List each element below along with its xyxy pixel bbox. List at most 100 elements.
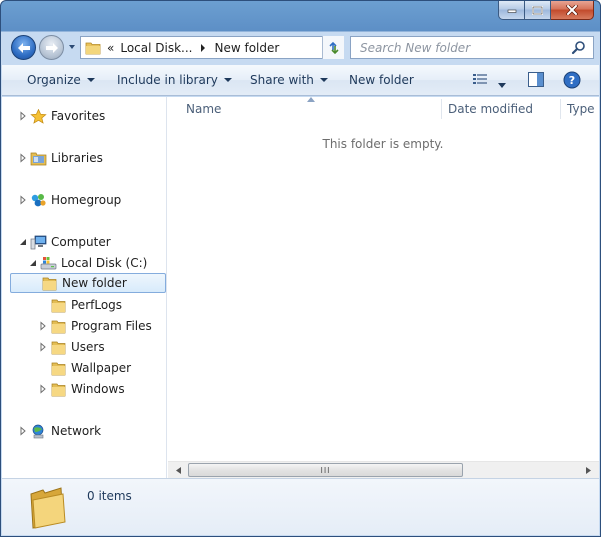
preview-pane-icon: [528, 72, 544, 87]
tree-label-windows: Windows: [71, 382, 125, 396]
folder-icon: [51, 383, 66, 396]
view-options-dropdown[interactable]: [498, 77, 506, 91]
share-with-label: Share with: [250, 73, 314, 87]
chevron-down-icon: [319, 78, 328, 82]
details-pane: 0 items: [2, 478, 599, 535]
tree-item-local-disk[interactable]: Local Disk (C:): [28, 253, 147, 273]
scroll-left-button[interactable]: [170, 462, 187, 479]
collapse-arrow-icon[interactable]: [18, 237, 28, 247]
scrollbar-grip: III: [320, 465, 331, 475]
back-arrow-icon: [17, 42, 30, 53]
tree-item-windows[interactable]: Windows: [38, 379, 125, 399]
share-with-menu[interactable]: Share with: [250, 73, 328, 87]
search-box[interactable]: Search New folder: [350, 36, 594, 59]
address-overflow-chevron[interactable]: «: [107, 41, 114, 55]
address-bar[interactable]: « Local Disk... New folder: [80, 36, 344, 59]
breadcrumb-separator-icon[interactable]: [200, 43, 206, 52]
chevron-down-icon: [86, 78, 95, 82]
expand-arrow-icon[interactable]: [38, 342, 48, 352]
tree-label-wallpaper: Wallpaper: [71, 361, 132, 375]
refresh-button[interactable]: [322, 36, 344, 59]
tree-label-users: Users: [71, 340, 105, 354]
empty-folder-message: This folder is empty.: [322, 137, 444, 151]
close-button[interactable]: [551, 1, 594, 20]
organize-menu[interactable]: Organize: [27, 73, 95, 87]
column-header-date-modified[interactable]: Date modified: [430, 97, 561, 121]
horizontal-scrollbar[interactable]: III: [168, 461, 599, 478]
search-input[interactable]: Search New folder: [351, 41, 571, 55]
column-header-name[interactable]: Name: [168, 97, 441, 121]
preview-pane-button[interactable]: [528, 72, 544, 90]
forward-button[interactable]: [39, 35, 64, 60]
scroll-left-icon: [176, 467, 181, 474]
navigation-bar: « Local Disk... New folder Search New fo…: [1, 32, 600, 63]
new-folder-button[interactable]: New folder: [349, 73, 414, 87]
scrollbar-thumb[interactable]: III: [188, 463, 463, 477]
help-button[interactable]: ?: [563, 71, 581, 92]
folder-icon: [51, 341, 66, 354]
local-disk-icon: [40, 256, 57, 269]
tree-label-new-folder: New folder: [62, 276, 127, 290]
view-list-icon: [473, 74, 487, 84]
tree-label-perflogs: PerfLogs: [71, 298, 123, 312]
file-list-pane[interactable]: Name Date modified Type This folder is e…: [168, 97, 599, 478]
expand-arrow-icon[interactable]: [38, 321, 48, 331]
minimize-button[interactable]: [498, 1, 525, 20]
refresh-icon: [328, 41, 339, 54]
libraries-icon: [30, 152, 47, 165]
tree-item-computer[interactable]: Computer: [18, 232, 111, 252]
tree-label-network: Network: [51, 424, 102, 438]
expand-arrow-icon[interactable]: [18, 426, 28, 436]
tree-item-perflogs[interactable]: PerfLogs: [50, 295, 122, 315]
back-button[interactable]: [11, 35, 36, 60]
expand-arrow-icon[interactable]: [18, 111, 28, 121]
new-folder-label: New folder: [349, 73, 414, 87]
change-view-button[interactable]: [473, 73, 487, 88]
include-in-library-menu[interactable]: Include in library: [117, 73, 232, 87]
recent-pages-dropdown-icon[interactable]: [67, 42, 77, 52]
tree-item-homegroup[interactable]: Homegroup: [18, 190, 121, 210]
computer-icon: [30, 235, 47, 249]
collapse-arrow-icon[interactable]: [28, 258, 38, 268]
search-icon[interactable]: [571, 40, 587, 56]
column-header-type[interactable]: Type: [549, 97, 600, 121]
tree-item-program-files[interactable]: Program Files: [38, 316, 152, 336]
column-date-label: Date modified: [448, 102, 534, 116]
folder-icon: [42, 277, 57, 290]
address-segment-new-folder[interactable]: New folder: [214, 41, 279, 55]
maximize-icon: [532, 5, 543, 15]
close-icon: [566, 5, 578, 15]
address-segment-local-disk[interactable]: Local Disk...: [120, 41, 192, 55]
tree-item-wallpaper[interactable]: Wallpaper: [50, 358, 131, 378]
navigation-pane[interactable]: Favorites Libraries Homegroup Computer L…: [2, 97, 167, 478]
network-icon: [32, 424, 44, 438]
item-count: 0 items: [87, 489, 132, 503]
tree-label-favorites: Favorites: [51, 109, 106, 123]
command-bar: Organize Include in library Share with N…: [2, 65, 599, 96]
minimize-icon: [507, 9, 516, 13]
organize-label: Organize: [27, 73, 81, 87]
scroll-right-button[interactable]: [580, 462, 597, 479]
tree-item-new-folder[interactable]: New folder: [10, 273, 166, 293]
maximize-button[interactable]: [525, 1, 551, 20]
tree-item-libraries[interactable]: Libraries: [18, 148, 103, 168]
explorer-window: « Local Disk... New folder Search New fo…: [0, 0, 601, 537]
chevron-down-icon: [223, 78, 232, 82]
tree-label-program-files: Program Files: [71, 319, 152, 333]
folder-icon: [85, 42, 101, 54]
tree-label-computer: Computer: [51, 235, 111, 249]
tree-label-local-disk: Local Disk (C:): [61, 256, 148, 270]
tree-item-users[interactable]: Users: [38, 337, 105, 357]
expand-arrow-icon[interactable]: [18, 195, 28, 205]
star-icon: [30, 108, 47, 124]
scroll-right-icon: [586, 467, 591, 474]
caption-buttons: [498, 1, 594, 20]
tree-item-network[interactable]: Network: [18, 421, 101, 441]
expand-arrow-icon[interactable]: [38, 384, 48, 394]
expand-arrow-icon[interactable]: [18, 153, 28, 163]
tree-item-favorites[interactable]: Favorites: [18, 106, 105, 126]
tree-label-homegroup: Homegroup: [51, 193, 122, 207]
folder-icon: [51, 299, 66, 312]
folder-icon: [30, 487, 66, 529]
help-icon: ?: [563, 71, 581, 89]
